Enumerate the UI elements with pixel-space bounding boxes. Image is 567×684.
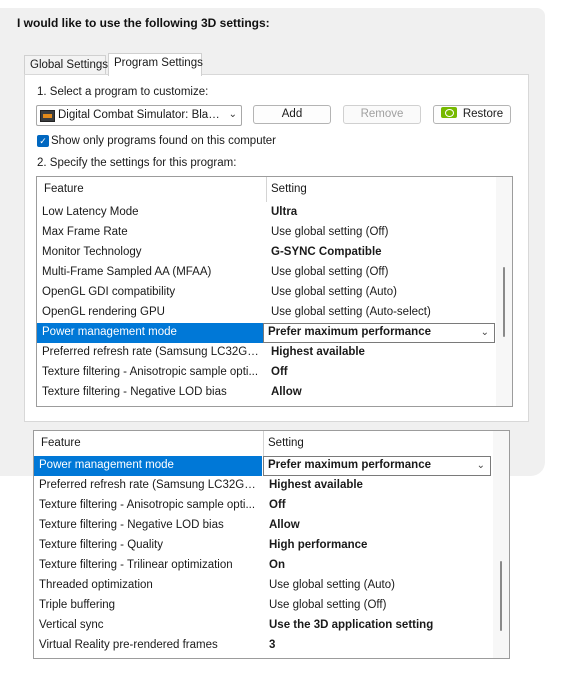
settings-row[interactable]: OpenGL rendering GPU Use global setting … [37,303,497,323]
vertical-scrollbar[interactable] [493,431,509,658]
setting-value: Highest available [269,479,363,491]
restore-button[interactable]: Restore [433,105,511,124]
select-program-label: 1. Select a program to customize: [37,86,209,98]
feature-name: Max Frame Rate [42,226,128,238]
feature-name: Texture filtering - Negative LOD bias [39,519,224,531]
feature-name: Power management mode [42,326,177,338]
scrollbar-thumb[interactable] [503,267,505,337]
setting-value: Highest available [271,346,365,358]
tab-global-settings[interactable]: Global Settings [24,55,108,75]
setting-value: Use the 3D application setting [269,619,434,631]
settings-row[interactable]: Monitor Technology G-SYNC Compatible [37,243,497,263]
nvidia-icon [440,107,457,118]
scrollbar-thumb[interactable] [500,561,502,631]
feature-name: OpenGL rendering GPU [42,306,165,318]
page-heading: I would like to use the following 3D set… [17,16,270,30]
feature-name: Texture filtering - Quality [39,539,163,551]
restore-button-label: Restore [462,108,504,120]
settings-row[interactable]: Threaded optimization Use global setting… [34,576,494,596]
dcs-program-icon [40,110,55,122]
feature-name: Vertical sync [39,619,104,631]
setting-value: Allow [269,519,300,531]
setting-value: Off [271,366,288,378]
setting-dropdown[interactable]: Prefer maximum performance ⌄ [263,323,495,343]
show-only-checkbox[interactable]: ✓ [37,135,49,147]
settings-grid-top: Feature Setting Low Latency Mode Ultra M… [36,176,513,407]
setting-value: Prefer maximum performance [268,459,431,471]
settings-row[interactable]: Texture filtering - Negative LOD bias Al… [34,516,494,536]
chevron-down-icon: ⌄ [476,460,485,471]
setting-value: Off [269,499,286,511]
settings-row[interactable]: OpenGL GDI compatibility Use global sett… [37,283,497,303]
settings-row[interactable]: Texture filtering - Negative LOD bias Al… [37,383,497,403]
settings-row[interactable]: Preferred refresh rate (Samsung LC32G7xT… [34,476,494,496]
setting-value: Ultra [271,206,298,218]
feature-name: Triple buffering [39,599,116,611]
setting-value: 3 [269,639,276,651]
setting-column-header[interactable]: Setting [271,183,307,195]
feature-name: Texture filtering - Anisotropic sample o… [42,366,259,378]
setting-value: Use global setting (Auto) [269,579,395,591]
column-separator [266,177,267,202]
remove-button[interactable]: Remove [343,105,421,124]
feature-name: Power management mode [39,459,174,471]
feature-name: Threaded optimization [39,579,153,591]
feature-name: Monitor Technology [42,246,142,258]
settings-row[interactable]: Vertical sync Use the 3D application set… [34,616,494,636]
setting-value: Use global setting (Off) [271,266,389,278]
settings-row[interactable]: Texture filtering - Anisotropic sample o… [34,496,494,516]
vertical-scrollbar[interactable] [496,177,512,406]
grid-header: Feature Setting [37,177,512,202]
settings-row[interactable]: Triple buffering Use global setting (Off… [34,596,494,616]
settings-row[interactable]: Texture filtering - Anisotropic sample o… [37,363,497,383]
program-select-value: Digital Combat Simulator: Black ... [58,109,224,121]
feature-name: Texture filtering - Negative LOD bias [42,386,227,398]
setting-value: Prefer maximum performance [268,326,431,338]
settings-row[interactable]: Multi-Frame Sampled AA (MFAA) Use global… [37,263,497,283]
settings-row[interactable]: Virtual Reality pre-rendered frames 3 [34,636,494,656]
feature-column-header[interactable]: Feature [41,437,81,449]
grid-header: Feature Setting [34,431,509,456]
setting-value: Use global setting (Off) [271,226,389,238]
settings-row-selected[interactable]: Power management mode Prefer maximum per… [37,323,497,343]
setting-value: On [269,559,285,571]
settings-grid-bottom: Feature Setting Power management mode Pr… [33,430,510,659]
settings-row[interactable]: Preferred refresh rate (Samsung LC32G7xT… [37,343,497,363]
feature-name: Virtual Reality pre-rendered frames [39,639,218,651]
feature-name: Preferred refresh rate (Samsung LC32G7xT… [42,346,264,358]
feature-name: Texture filtering - Trilinear optimizati… [39,559,233,571]
program-select[interactable]: Digital Combat Simulator: Black ... ⌄ [36,105,242,126]
chevron-down-icon: ⌄ [480,327,489,338]
setting-column-header[interactable]: Setting [268,437,304,449]
settings-row[interactable]: Texture filtering - Quality High perform… [34,536,494,556]
column-separator [263,431,264,456]
setting-value: High performance [269,539,368,551]
feature-name: Multi-Frame Sampled AA (MFAA) [42,266,212,278]
settings-row-selected[interactable]: Power management mode Prefer maximum per… [34,456,494,476]
settings-row[interactable]: Texture filtering - Trilinear optimizati… [34,556,494,576]
setting-value: G-SYNC Compatible [271,246,382,258]
show-only-label[interactable]: Show only programs found on this compute… [51,135,276,147]
settings-row[interactable]: Max Frame Rate Use global setting (Off) [37,223,497,243]
feature-column-header[interactable]: Feature [44,183,84,195]
setting-value: Use global setting (Off) [269,599,387,611]
setting-value: Use global setting (Auto) [271,286,397,298]
feature-name: Preferred refresh rate (Samsung LC32G7xT… [39,479,261,491]
feature-name: Low Latency Mode [42,206,139,218]
setting-dropdown[interactable]: Prefer maximum performance ⌄ [263,456,491,476]
setting-value: Use global setting (Auto-select) [271,306,431,318]
add-button[interactable]: Add [253,105,331,124]
settings-row[interactable]: Low Latency Mode Ultra [37,203,497,223]
specify-settings-label: 2. Specify the settings for this program… [37,157,237,169]
feature-name: OpenGL GDI compatibility [42,286,176,298]
feature-name: Texture filtering - Anisotropic sample o… [39,499,256,511]
setting-value: Allow [271,386,302,398]
chevron-down-icon: ⌄ [228,109,237,120]
tab-program-settings[interactable]: Program Settings [108,53,203,76]
check-icon: ✓ [39,136,47,146]
